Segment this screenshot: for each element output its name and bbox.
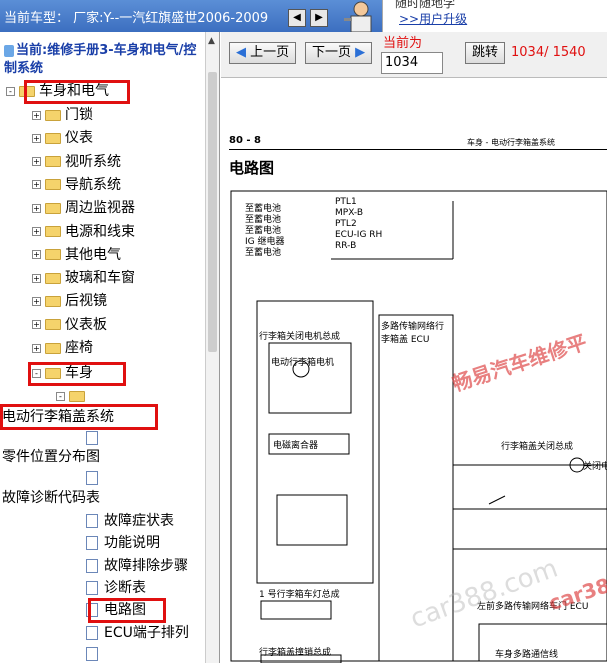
tree-item-body-sub[interactable]: -: [56, 386, 89, 406]
collapse-icon[interactable]: -: [56, 391, 65, 401]
folder-icon: [45, 272, 61, 284]
page-icon: [86, 625, 98, 640]
folder-icon: [69, 390, 85, 402]
page-icon-item[interactable]: [86, 428, 104, 448]
page-icon: [86, 431, 98, 445]
tree-leaf-3[interactable]: 故障排除步骤: [86, 556, 188, 576]
current-label: 当前为: [383, 36, 423, 51]
expand-icon[interactable]: +: [32, 273, 41, 283]
page-count: 1034/ 1540: [511, 45, 586, 60]
collapse-icon[interactable]: -: [6, 86, 15, 96]
tree-item-parts-location[interactable]: 零件位置分布图: [2, 447, 100, 467]
folder-icon: [45, 132, 61, 144]
page-toolbar: ◀ 上一页 下一页 ▶ 当前为 1034 跳转 1034/ 1540: [221, 32, 607, 78]
expand-icon[interactable]: +: [32, 180, 41, 190]
tree-item-8[interactable]: + 玻璃和车窗: [32, 268, 135, 288]
expand-icon[interactable]: +: [32, 133, 41, 143]
page-icon-item[interactable]: [86, 468, 104, 488]
highlight-system: [0, 404, 158, 430]
page-icon-item[interactable]: [86, 644, 104, 663]
folder-icon: [45, 295, 61, 307]
nav-last-button[interactable]: ▶: [310, 9, 328, 27]
tree-leaf-6[interactable]: ECU端子排列: [86, 623, 189, 643]
lamp-label: 1 号行李箱车灯总成: [259, 590, 340, 600]
tree-leaf-4[interactable]: 诊断表: [86, 578, 146, 598]
next-icon: ▶: [355, 45, 366, 60]
expand-icon[interactable]: +: [32, 343, 41, 353]
folder-icon: [45, 156, 61, 168]
ecu-label: 多路传输网络行李箱盖 ECU: [381, 322, 445, 345]
unlock-label: 行李箱盖撞销总成: [259, 648, 332, 658]
tree-item-9[interactable]: + 后视镜: [32, 291, 107, 311]
page-icon: [86, 471, 98, 485]
folder-icon: [45, 249, 61, 261]
tree-item-5[interactable]: + 周边监视器: [32, 198, 135, 218]
manual-icon: [4, 44, 14, 57]
prev-page-button[interactable]: ◀ 上一页: [229, 42, 297, 64]
tree-leaf-2[interactable]: 功能说明: [86, 533, 160, 553]
title-bar: 当前车型： 厂家:Y--一汽红旗盛世2006-2009 ◀ ▶ 随时随地学 >>…: [0, 0, 607, 32]
expand-icon[interactable]: +: [32, 203, 41, 213]
tree-item-2[interactable]: + 仪表: [32, 128, 93, 148]
document-panel: ◀ 上一页 下一页 ▶ 当前为 1034 跳转 1034/ 1540 80 - …: [221, 32, 607, 663]
folder-icon: [45, 179, 61, 191]
manual-title[interactable]: 当前:维修手册3-车身和电气/控制系统: [4, 42, 200, 76]
tree-item-1[interactable]: + 门锁: [32, 105, 93, 125]
scroll-up-icon[interactable]: ▲: [208, 36, 215, 46]
highlight-root: [24, 80, 130, 104]
tree-item-6[interactable]: + 电源和线束: [32, 222, 135, 242]
tree-item-dtc[interactable]: 故障诊断代码表: [2, 488, 100, 508]
folder-icon: [45, 342, 61, 354]
tree-item-10[interactable]: + 仪表板: [32, 315, 107, 335]
page-icon: [86, 558, 98, 573]
expand-icon[interactable]: +: [32, 110, 41, 120]
right-assembly-label: 行李箱盖关闭总成: [501, 442, 574, 452]
expand-icon[interactable]: +: [32, 157, 41, 167]
closer-assembly-label: 行李箱关闭电机总成: [259, 332, 341, 342]
page-icon: [86, 647, 98, 661]
clutch-label: 电磁离合器: [273, 441, 319, 451]
highlight-circuit: [88, 598, 166, 623]
tree-item-3[interactable]: + 视听系统: [32, 152, 121, 172]
upgrade-link[interactable]: >>用户升级: [399, 10, 467, 27]
page-icon: [86, 514, 98, 528]
expand-icon[interactable]: +: [32, 250, 41, 260]
tree-leaf-1[interactable]: 故障症状表: [86, 511, 174, 531]
tree-item-11[interactable]: + 座椅: [32, 338, 93, 358]
document-page: 80 - 8 车身 - 电动行李箱盖系统 电路图 至蓄电池 PTL1 至蓄电池 MPX…: [221, 79, 607, 663]
bus-label: 车身多路通信线: [495, 650, 559, 660]
tree-scrollbar[interactable]: ▲: [205, 32, 219, 663]
next-page-button[interactable]: 下一页 ▶: [305, 42, 373, 64]
tree-item-4[interactable]: + 导航系统: [32, 175, 121, 195]
expand-icon[interactable]: +: [32, 320, 41, 330]
motor-label: 电动行李箱电机: [271, 358, 335, 368]
page-icon: [86, 580, 98, 595]
highlight-body: [28, 362, 126, 386]
folder-icon: [45, 202, 61, 214]
expand-icon[interactable]: +: [32, 227, 41, 236]
tree-item-7[interactable]: + 其他电气: [32, 245, 121, 265]
jump-button[interactable]: 跳转: [465, 42, 506, 64]
expand-icon[interactable]: +: [32, 296, 41, 306]
promo-panel: 随时随地学 >>用户升级: [382, 0, 607, 32]
vehicle-title: 当前车型： 厂家:Y--一汽红旗盛世2006-2009: [4, 11, 269, 26]
nav-first-button[interactable]: ◀: [288, 9, 306, 27]
mechanic-icon: [344, 1, 372, 32]
folder-icon: [45, 109, 61, 121]
prev-icon: ◀: [236, 45, 246, 60]
right-motor-label: 关闭电机: [583, 462, 607, 472]
folder-icon: [45, 226, 61, 237]
scroll-thumb[interactable]: [208, 72, 217, 352]
page-icon: [86, 536, 98, 551]
page-input[interactable]: 1034: [381, 52, 443, 74]
folder-icon: [45, 319, 61, 331]
manual-tree-panel: ▲ 当前:维修手册3-车身和电气/控制系统 - 车身和电气 + 门锁 + 仪表 + 视听系统…: [0, 32, 220, 663]
